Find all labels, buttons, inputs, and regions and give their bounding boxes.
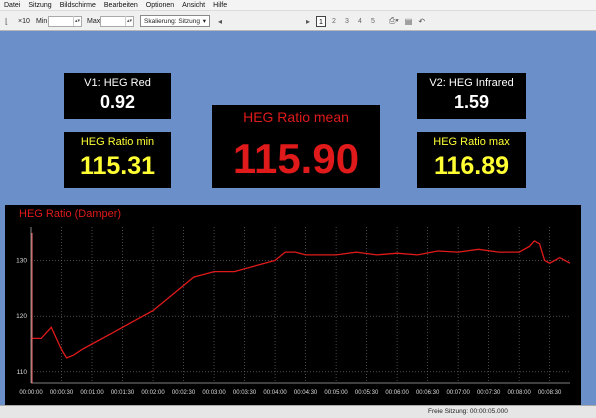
spin-arrows-icon[interactable]: ▴▾ [72,16,81,26]
toolbar: ⌊ ×10 Min ▴▾ Max ▴▾ Skalierung: Sitzung … [0,11,596,31]
session-status-text: Freie Sitzung: 00:00:05.000 [428,408,508,415]
menu-bearbeiten[interactable]: Bearbeiten [100,2,142,9]
axis-tool-icon[interactable]: ⌊ [5,17,8,26]
v1-label: V1: HEG Red [84,77,151,89]
x-tick-label: 00:00:30 [50,390,74,396]
x-tick-label: 00:02:30 [172,390,196,396]
undo-icon[interactable]: ↶ [418,17,425,26]
x-tick-label: 00:04:00 [263,390,287,396]
x-tick-label: 00:02:00 [141,390,165,396]
menu-bildschirme[interactable]: Bildschirme [56,2,100,9]
scaling-select[interactable]: Skalierung: Sitzung ▾ [140,15,210,27]
min-label: Min [36,17,48,25]
status-bar: Freie Sitzung: 00:00:05.000 [0,405,596,418]
scaling-select-value: Skalierung: Sitzung [144,17,201,25]
v2-label: V2: HEG Infrared [429,77,514,89]
scroll-right-icon[interactable]: ▸ [306,17,310,26]
page-button-5[interactable]: 5 [368,16,378,27]
x-tick-label: 00:01:00 [80,390,104,396]
x-tick-label: 00:08:00 [507,390,531,396]
document-icon[interactable]: ▤ [405,17,413,26]
x-tick-label: 00:06:00 [385,390,409,396]
y-tick-label: 130 [16,257,27,264]
max-panel: HEG Ratio max 116.89 [417,132,526,188]
x-tick-label: 00:08:30 [538,390,562,396]
mean-panel: HEG Ratio mean 115.90 [212,105,380,188]
page-button-3[interactable]: 3 [342,16,352,27]
y-tick-label: 110 [17,369,28,376]
max-label-text: HEG Ratio max [433,136,510,148]
spin-arrows-icon[interactable]: ▴▾ [124,16,133,26]
min-panel: HEG Ratio min 115.31 [64,132,171,188]
v1-panel: V1: HEG Red 0.92 [64,73,171,119]
x-tick-label: 00:03:30 [233,390,257,396]
max-input[interactable]: ▴▾ [100,15,134,27]
heg-ratio-chart: HEG Ratio (Damper) 00:00:00 00:00:30 00:01:… [5,205,581,405]
heg-ratio-series-line [31,240,571,359]
min-label-text: HEG Ratio min [80,136,155,148]
page-button-1[interactable]: 1 [316,15,326,27]
scroll-left-icon[interactable]: ◂ [218,17,222,26]
mean-value: 115.90 [232,135,360,182]
menu-bar: Datei Sitzung Bildschirme Bearbeiten Opt… [0,0,596,11]
menu-sitzung[interactable]: Sitzung [24,2,55,9]
v2-panel: V2: HEG Infrared 1.59 [417,73,526,119]
chart-title: HEG Ratio (Damper) [19,208,121,220]
v2-value: 1.59 [453,92,490,112]
max-value: 116.89 [433,152,510,180]
x-tick-label: 00:03:00 [202,390,226,396]
x-tick-label: 00:07:30 [477,390,501,396]
mean-label: HEG Ratio mean [243,109,349,125]
x-tick-label: 00:04:30 [294,390,318,396]
min-input[interactable]: ▴▾ [48,15,82,27]
min-value: 115.31 [79,152,156,180]
page-button-2[interactable]: 2 [329,16,339,27]
menu-ansicht[interactable]: Ansicht [178,2,209,9]
zoom-label: ×10 [18,17,30,25]
x-tick-label: 00:07:00 [446,390,470,396]
menu-hilfe[interactable]: Hilfe [209,2,231,9]
x-tick-label: 00:00:00 [19,390,43,396]
x-tick-label: 00:01:30 [111,390,135,396]
x-tick-label: 00:05:00 [324,390,348,396]
page-button-4[interactable]: 4 [355,16,365,27]
x-tick-label: 00:05:30 [355,390,379,396]
menu-datei[interactable]: Datei [0,2,24,9]
chart-canvas: HEG Ratio (Damper) 00:00:00 00:00:30 00:01:… [16,208,571,396]
chevron-down-icon: ▾ [202,18,206,25]
v1-value: 0.92 [99,92,136,112]
print-icon[interactable]: ⎙▾ [389,16,399,26]
max-label: Max [87,17,101,25]
x-tick-label: 00:06:30 [416,390,440,396]
y-tick-label: 120 [16,313,27,320]
menu-optionen[interactable]: Optionen [142,2,178,9]
